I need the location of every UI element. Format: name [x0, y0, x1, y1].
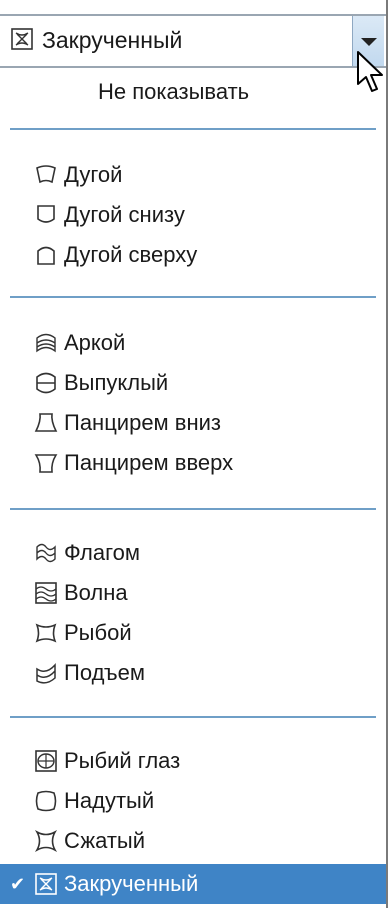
menu-item-fish[interactable]: Рыбой [0, 613, 386, 653]
wave-icon [34, 581, 58, 605]
fish-icon [34, 621, 58, 645]
menu-item-shell-lower[interactable]: Панцирем вниз [0, 403, 386, 443]
menu-item-label: Флагом [64, 540, 140, 565]
menu-item-label: Панцирем вверх [64, 450, 234, 475]
menu-item-rise[interactable]: Подъем [0, 653, 386, 693]
menu-separator [10, 716, 376, 718]
flag-icon [34, 541, 58, 565]
combo-selected-value: Закрученный [42, 27, 183, 53]
menu-item-none[interactable]: Не показывать [0, 72, 386, 112]
squeeze-icon [34, 829, 58, 853]
menu-item-twist[interactable]: ✔ Закрученный [0, 864, 386, 904]
menu-item-label: Подъем [64, 660, 146, 685]
menu-item-flag[interactable]: Флагом [0, 533, 386, 573]
menu-item-inflate[interactable]: Надутый [0, 781, 386, 821]
shell-upper-icon [34, 451, 58, 475]
rise-icon [34, 661, 58, 685]
menu-item-arc-upper[interactable]: Дугой сверху [0, 235, 386, 275]
menu-separator [10, 296, 376, 298]
menu-item-label: Рыбий глаз [64, 748, 181, 773]
menu-item-label: Закрученный [64, 871, 199, 896]
fisheye-icon [34, 749, 58, 773]
menu-item-fisheye[interactable]: Рыбий глаз [0, 741, 386, 781]
menu-item-label: Сжатый [64, 828, 146, 853]
warp-style-combo[interactable]: Закрученный [0, 14, 386, 68]
arc-lower-icon [34, 203, 58, 227]
menu-item-label: Рыбой [64, 620, 132, 645]
menu-item-label: Панцирем вниз [64, 410, 222, 435]
menu-item-wave[interactable]: Волна [0, 573, 386, 613]
menu-separator [10, 128, 376, 130]
menu-item-label: Дугой сверху [64, 242, 198, 267]
warp-style-dropdown: Закрученный Не показывать Дугой Дугой сн… [0, 0, 388, 908]
menu-item-label: Аркой [64, 330, 126, 355]
menu-item-label: Волна [64, 580, 128, 605]
menu-item-arch[interactable]: Аркой [0, 323, 386, 363]
menu-item-squeeze[interactable]: Сжатый [0, 821, 386, 861]
menu-item-shell-upper[interactable]: Панцирем вверх [0, 443, 386, 483]
menu-separator [10, 508, 376, 510]
arch-icon [34, 331, 58, 355]
shell-lower-icon [34, 411, 58, 435]
inflate-icon [34, 789, 58, 813]
bulge-icon [34, 371, 58, 395]
arc-icon [34, 163, 58, 187]
twist-icon [34, 872, 58, 896]
menu-item-arc-lower[interactable]: Дугой снизу [0, 195, 386, 235]
checkmark-icon: ✔ [10, 874, 26, 894]
menu-item-label: Выпуклый [64, 370, 169, 395]
arc-upper-icon [34, 243, 58, 267]
menu-item-arc[interactable]: Дугой [0, 155, 386, 195]
menu-item-label: Надутый [64, 788, 155, 813]
menu-item-label: Дугой [64, 162, 123, 187]
menu-item-bulge[interactable]: Выпуклый [0, 363, 386, 403]
menu-item-label: Дугой снизу [64, 202, 185, 227]
twist-icon [10, 27, 34, 51]
menu-item-label: Не показывать [98, 79, 250, 104]
chevron-down-icon [361, 38, 377, 46]
